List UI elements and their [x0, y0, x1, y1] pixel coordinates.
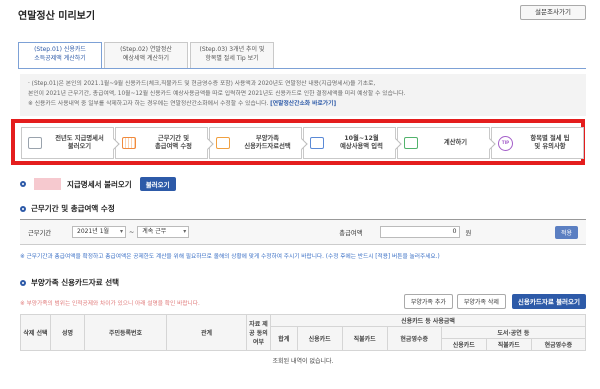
step-label: 총급여액 수정	[155, 143, 192, 150]
period-salary-row: 근무기간 2021년 1월 ~ 계속 근무 총급여액 0 원 적용	[20, 219, 586, 245]
step-label: 부양가족	[255, 135, 280, 142]
bullet-icon	[20, 205, 26, 212]
description-line2: 본인이 2021년 근무기간, 총급여액, 10월~12월 신용카드 예상사용금…	[28, 91, 406, 97]
tab-label-line1: (Step.01) 신용카드	[34, 46, 86, 53]
header-data-consent: 자료 제공 동의 여부	[246, 314, 271, 351]
end-option-select[interactable]: 계속 근무	[137, 226, 190, 238]
period-label: 근무기간	[28, 229, 52, 237]
period-note: ※ 근무기간과 총급여액을 확정하고 총급여액은 공제한도 계산을 위해 필요하…	[20, 254, 440, 260]
monitor-icon	[216, 137, 230, 149]
step-flow: 전년도 지급명세서 불러오기 근무기간 및 총급여액 수정 부양가족 신용카드자료선택…	[21, 127, 585, 159]
page-title: 연말정산 미리보기	[18, 11, 96, 22]
section-dependents: 부양가족 신용카드자료 선택	[20, 277, 119, 288]
section-work-period: 근무기간 및 총급여액 수정	[20, 203, 115, 214]
step-calculate[interactable]: 계산하기	[397, 127, 496, 159]
step-label: 및 유의사항	[534, 143, 566, 150]
section-title: 지급명세서 불러오기	[67, 179, 132, 189]
header-delete-select: 삭제 선택	[20, 314, 51, 351]
tab-label-line2: 항목별 절세 Tip 보기	[205, 54, 259, 62]
salary-input[interactable]: 0	[380, 226, 461, 238]
tab-label-line2: 소득공제액 계산하기	[34, 54, 86, 62]
document-icon	[28, 137, 42, 149]
header-cash: 현금영수증	[386, 326, 442, 351]
period-separator: ~	[129, 228, 135, 236]
header-sub-debit: 직불카드	[485, 338, 532, 351]
dependents-table: 삭제 선택 성명 주민등록번호 관계 자료 제공 동의 여부 신용카드 등 사용…	[20, 314, 587, 371]
step-label: 불러오기	[67, 143, 92, 150]
step-tax-tips[interactable]: TIP 항목별 절세 팁및 유의사항	[491, 127, 584, 159]
step-label: 근무기간 및	[157, 135, 190, 142]
bullet-icon	[20, 279, 26, 286]
step-label: 10월~12월	[344, 135, 379, 142]
tab-label-line2: 예상세액 계산하기	[122, 54, 170, 62]
description-box: · (Step.01)은 본인의 2021.1월~9월 신용카드(체크,직불카드…	[20, 74, 586, 116]
load-button[interactable]: 불러오기	[139, 177, 176, 191]
apply-button[interactable]: 적용	[554, 225, 578, 239]
tab-step-01[interactable]: (Step.01) 신용카드 소득공제액 계산하기	[18, 42, 102, 69]
card-icon	[310, 137, 324, 149]
step-expected-usage[interactable]: 10월~12월 예상사용액 입력	[303, 127, 402, 159]
header-debit: 직불카드	[341, 326, 388, 351]
step-select-dependents[interactable]: 부양가족 신용카드자료선택	[209, 127, 308, 159]
section-title: 근무기간 및 총급여액 수정	[31, 204, 115, 213]
header-books: 도서·공연 등	[440, 326, 587, 339]
header-name: 성명	[50, 314, 85, 351]
survey-button[interactable]: 설문조사가기	[520, 5, 586, 20]
bullet-icon	[20, 181, 26, 187]
step-tabs: (Step.01) 신용카드 소득공제액 계산하기 (Step.02) 연말정산…	[18, 42, 276, 69]
step-label: 항목별 절세 팁	[530, 135, 570, 142]
step-label: 예상사용액 입력	[340, 143, 383, 150]
step-label: 전년도 지급명세서	[55, 135, 104, 142]
salary-label: 총급여액	[339, 229, 363, 237]
simplification-link[interactable]: [연말정산간소화 바로가기]	[270, 101, 336, 107]
start-month-select[interactable]: 2021년 1월	[72, 226, 126, 238]
description-line1: · (Step.01)은 본인의 2021.1월~9월 신용카드(체크,직불카드…	[28, 81, 376, 87]
header-rrn: 주민등록번호	[84, 314, 167, 351]
add-dependent-button[interactable]: 부양가족 추가	[403, 294, 453, 309]
header-sub-credit: 신용카드	[440, 338, 487, 351]
description-note: ※ 신용카드 사용내역 중 일부를 삭제하고자 하는 경우에는 연말정산간소화에…	[28, 101, 269, 107]
dependents-actions: 부양가족 추가 부양가족 삭제 신용카드자료 불러오기	[400, 294, 586, 309]
section-title: 부양가족 신용카드자료 선택	[31, 278, 120, 287]
unit-label: 원	[465, 229, 472, 237]
step-edit-period[interactable]: 근무기간 및 총급여액 수정	[115, 127, 214, 159]
redacted-name	[34, 178, 61, 190]
header-sub-cash: 현금영수증	[530, 338, 587, 351]
calendar-icon	[122, 137, 136, 149]
step-label: 계산하기	[443, 139, 468, 146]
header-total: 합계	[270, 326, 298, 351]
load-card-data-button[interactable]: 신용카드자료 불러오기	[511, 294, 586, 309]
header-card-usage: 신용카드 등 사용금액	[270, 314, 586, 327]
dependents-note: ※ 부양가족의 범위는 인적공제와 차이가 있으니 아래 설명을 확인 바랍니다…	[20, 301, 200, 307]
tab-divider	[18, 68, 586, 69]
calculator-icon	[404, 137, 418, 149]
tab-step-02[interactable]: (Step.02) 연말정산 예상세액 계산하기	[104, 42, 188, 68]
step-load-statement[interactable]: 전년도 지급명세서 불러오기	[21, 127, 120, 159]
tab-step-03[interactable]: (Step.03) 3개년 추이 및 항목별 절세 Tip 보기	[190, 42, 274, 68]
description-line3: ※ 신용카드 사용내역 중 일부를 삭제하고자 하는 경우에는 연말정산간소화에…	[28, 99, 578, 109]
tab-label-line1: (Step.02) 연말정산	[120, 46, 172, 53]
tab-label-line1: (Step.03) 3개년 추이 및	[199, 46, 265, 53]
empty-message: 조회된 내역이 없습니다.	[272, 358, 334, 366]
section-load-statement: 지급명세서 불러오기 불러오기	[20, 177, 176, 191]
delete-dependent-button[interactable]: 부양가족 삭제	[456, 294, 506, 309]
header-relation: 관계	[166, 314, 247, 351]
step-label: 신용카드자료선택	[244, 143, 291, 150]
header-credit: 신용카드	[296, 326, 343, 351]
tip-icon: TIP	[498, 135, 513, 151]
